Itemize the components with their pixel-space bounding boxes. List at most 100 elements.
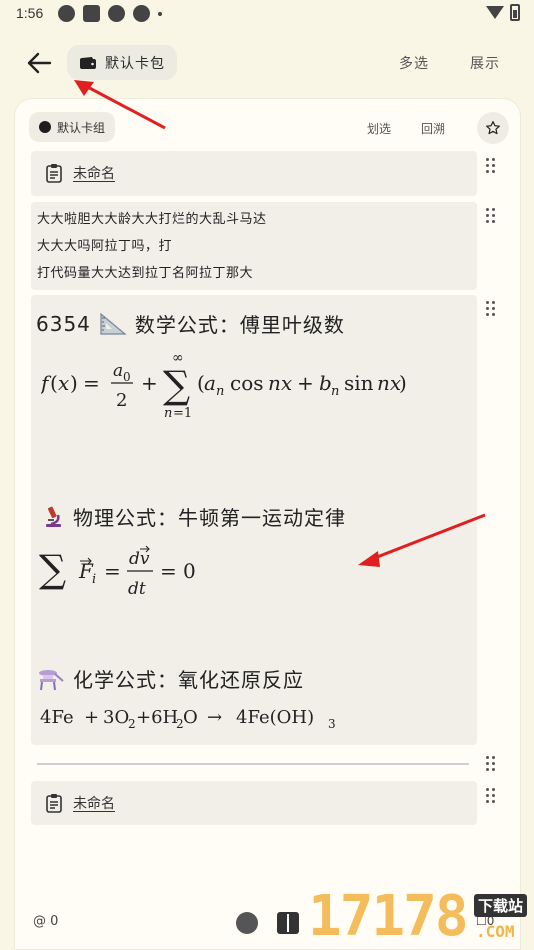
app-notification-icon bbox=[133, 5, 150, 22]
svg-text:=: = bbox=[83, 371, 100, 395]
note-card: 默认卡组 划选 回溯 未命名 大大啦胆大大龄大大打烂的大乱斗马达 大大大吗阿拉丁… bbox=[14, 98, 521, 950]
chemistry-heading: 化学公式：氧化还原反应 bbox=[37, 664, 304, 693]
back-button[interactable] bbox=[24, 48, 56, 78]
alembic-icon bbox=[39, 669, 64, 690]
svg-text:2: 2 bbox=[128, 717, 136, 731]
svg-text:i: i bbox=[92, 572, 96, 587]
mention-count-value: 0 bbox=[50, 914, 59, 929]
svg-text:∑: ∑ bbox=[39, 547, 66, 591]
math-heading-prefix: 6354 bbox=[36, 311, 91, 336]
svg-text:a: a bbox=[113, 361, 123, 381]
battery-icon bbox=[510, 4, 520, 21]
svg-text:cos: cos bbox=[230, 371, 264, 395]
physics-heading-title: 物理公式：牛顿第一运动定律 bbox=[73, 506, 346, 530]
svg-text:n: n bbox=[164, 406, 172, 421]
svg-text:∑: ∑ bbox=[163, 363, 190, 407]
text-block[interactable]: 大大啦胆大大龄大大打烂的大乱斗马达 大大大吗阿拉丁吗，打 打代码量大大达到拉丁名… bbox=[31, 202, 477, 290]
status-notification-icons bbox=[58, 5, 162, 22]
svg-text:0: 0 bbox=[183, 559, 196, 583]
newton-law-formula: ∑ F i = dv dt = 0 bbox=[39, 545, 196, 599]
mention-count[interactable]: @ 0 bbox=[33, 914, 58, 929]
svg-text:): ) bbox=[70, 371, 78, 395]
app-notification-icon bbox=[108, 5, 125, 22]
mark-select-button[interactable]: 划选 bbox=[367, 120, 391, 137]
drag-handle[interactable] bbox=[485, 787, 497, 803]
svg-text:+6H: +6H bbox=[136, 707, 178, 728]
svg-text:+: + bbox=[297, 371, 314, 395]
deck-label: 默认卡组 bbox=[57, 120, 106, 135]
star-icon bbox=[486, 121, 500, 135]
svg-text:4Fe: 4Fe bbox=[40, 707, 74, 728]
formula-block[interactable]: 6354 数学公式：傅里叶级数 f ( x ) = a 0 2 + ∑ ∞ n … bbox=[31, 295, 477, 745]
square-notification-icon bbox=[83, 5, 100, 22]
show-button[interactable]: 展示 bbox=[470, 53, 500, 73]
svg-text:a: a bbox=[204, 371, 216, 395]
fourier-series-formula: f ( x ) = a 0 2 + ∑ ∞ n =1 ( a n cos nx … bbox=[41, 350, 407, 421]
svg-text:+: + bbox=[141, 371, 158, 395]
redox-reaction-formula: 4Fe + 3O 2 +6H 2 O → 4Fe(OH) 3 bbox=[40, 707, 336, 731]
svg-text:0: 0 bbox=[123, 370, 131, 384]
triangular-ruler-icon bbox=[100, 312, 127, 335]
layout-split-icon[interactable] bbox=[277, 912, 299, 934]
app-notification-icon bbox=[58, 5, 75, 22]
svg-text:O: O bbox=[183, 707, 198, 728]
drag-handle[interactable] bbox=[485, 755, 497, 771]
arrow-left-icon bbox=[27, 52, 52, 74]
block-title: 未命名 bbox=[73, 796, 115, 812]
watermark-domain: .COM bbox=[476, 922, 515, 941]
svg-text:+: + bbox=[84, 707, 99, 728]
deck-color-dot bbox=[39, 121, 51, 133]
wallet-selector-chip[interactable]: 默认卡包 bbox=[67, 45, 177, 80]
svg-text:n: n bbox=[216, 384, 224, 399]
svg-text:=: = bbox=[160, 559, 177, 583]
top-app-bar: 默认卡包 多选 展示 bbox=[0, 40, 534, 86]
notepad-icon bbox=[46, 794, 62, 813]
status-system-icons bbox=[486, 4, 520, 21]
math-heading-title: 数学公式：傅里叶级数 bbox=[134, 313, 345, 337]
microscope-icon bbox=[46, 506, 61, 527]
svg-text:dv: dv bbox=[129, 549, 150, 569]
svg-text:3O: 3O bbox=[103, 707, 129, 728]
math-heading: 6354 数学公式：傅里叶级数 bbox=[36, 309, 345, 338]
block-divider bbox=[37, 763, 469, 765]
wifi-icon bbox=[486, 6, 504, 19]
svg-text:(: ( bbox=[50, 371, 58, 395]
format-brush-icon[interactable] bbox=[236, 912, 258, 934]
wallet-label: 默认卡包 bbox=[105, 55, 165, 72]
svg-text:4Fe(OH): 4Fe(OH) bbox=[236, 707, 314, 728]
svg-text:nx: nx bbox=[268, 371, 292, 395]
drag-handle[interactable] bbox=[485, 207, 497, 223]
site-watermark: 17178 下载站 .COM bbox=[308, 880, 534, 950]
svg-text:): ) bbox=[399, 371, 407, 395]
svg-text:sin: sin bbox=[344, 371, 374, 395]
svg-text:dt: dt bbox=[128, 579, 146, 599]
svg-text:=1: =1 bbox=[173, 406, 192, 421]
wallet-icon bbox=[80, 56, 96, 69]
svg-text:n: n bbox=[331, 384, 339, 399]
more-notifications-dot bbox=[158, 11, 162, 16]
svg-text:nx: nx bbox=[377, 371, 401, 395]
block-title: 未命名 bbox=[73, 166, 115, 182]
physics-heading: 物理公式：牛顿第一运动定律 bbox=[41, 502, 346, 531]
svg-text:3: 3 bbox=[328, 717, 336, 731]
svg-text:b: b bbox=[319, 371, 332, 395]
status-time: 1:56 bbox=[16, 5, 44, 21]
svg-text:2: 2 bbox=[116, 390, 127, 411]
drag-handle[interactable] bbox=[485, 157, 497, 173]
text-line: 打代码量大大达到拉丁名阿拉丁那大 bbox=[37, 266, 254, 281]
svg-text:→: → bbox=[207, 707, 222, 728]
watermark-number: 17178 bbox=[308, 884, 469, 949]
svg-text:x: x bbox=[58, 371, 69, 395]
drag-handle[interactable] bbox=[485, 300, 497, 316]
trace-back-button[interactable]: 回溯 bbox=[421, 120, 445, 137]
svg-text:=: = bbox=[104, 559, 121, 583]
text-line: 大大啦胆大大龄大大打烂的大乱斗马达 bbox=[37, 212, 267, 227]
status-bar: 1:56 bbox=[0, 0, 534, 28]
title-block[interactable]: 未命名 bbox=[31, 781, 477, 825]
svg-text:∞: ∞ bbox=[172, 350, 184, 366]
favorite-button[interactable] bbox=[477, 112, 509, 144]
multi-select-button[interactable]: 多选 bbox=[399, 53, 429, 73]
text-line: 大大大吗阿拉丁吗，打 bbox=[37, 239, 173, 254]
deck-selector-chip[interactable]: 默认卡组 bbox=[29, 112, 116, 142]
title-block[interactable]: 未命名 bbox=[31, 151, 477, 196]
